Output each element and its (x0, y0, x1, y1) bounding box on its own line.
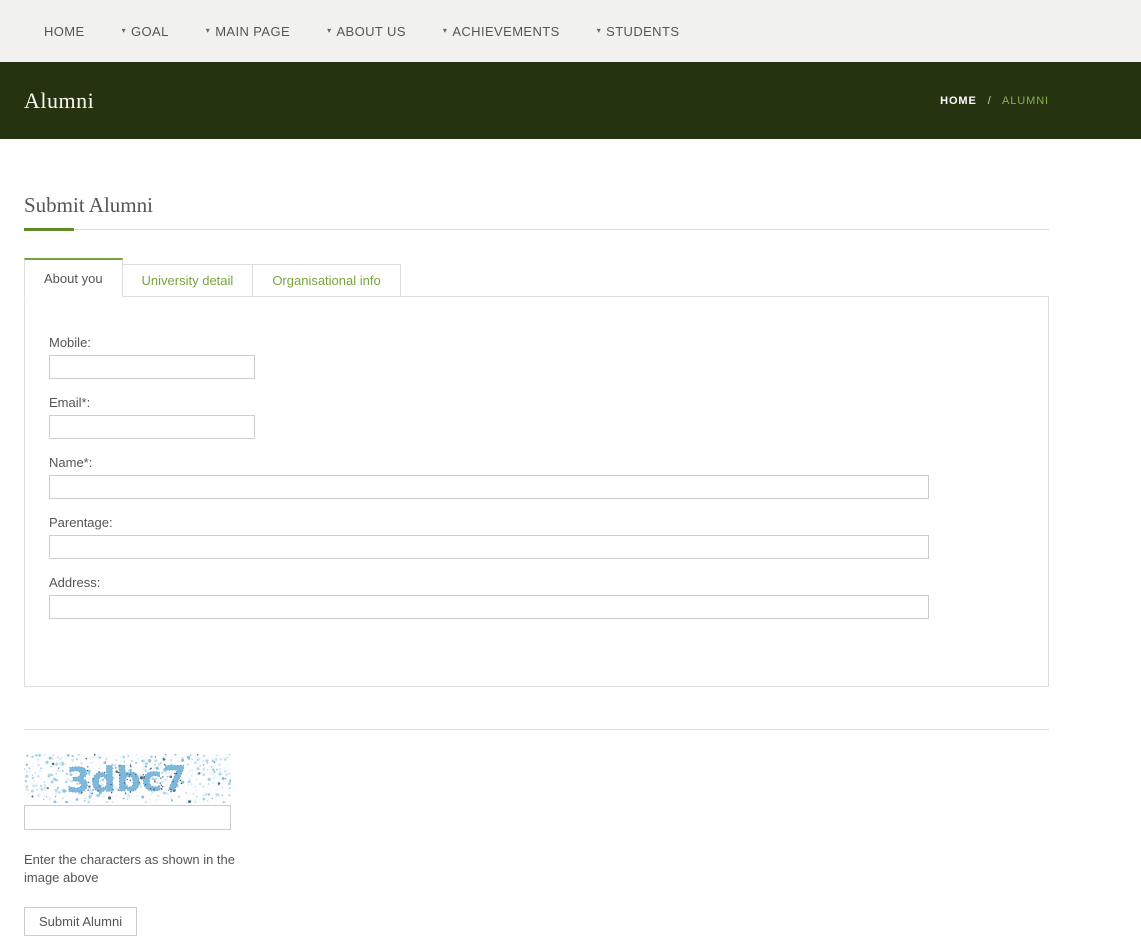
address-input[interactable] (49, 595, 929, 619)
breadcrumb: HOME / ALUMNI (940, 95, 1049, 107)
nav-item-about-us[interactable]: ▾ ABOUT US (327, 24, 406, 39)
field-group-mobile: Mobile: (49, 335, 1024, 379)
nav-item-label: HOME (44, 24, 85, 39)
title-underline-accent (24, 228, 74, 231)
tab-organisational-info[interactable]: Organisational info (252, 264, 400, 297)
dropdown-caret-icon: ▾ (206, 26, 210, 35)
dropdown-caret-icon: ▾ (327, 26, 331, 35)
nav-item-main-page[interactable]: ▾ MAIN PAGE (206, 24, 290, 39)
nav-item-goal[interactable]: ▾ GOAL (122, 24, 169, 39)
tab-about-you[interactable]: About you (24, 258, 123, 297)
mobile-input[interactable] (49, 355, 255, 379)
dropdown-caret-icon: ▾ (443, 26, 447, 35)
nav-item-label: MAIN PAGE (215, 24, 290, 39)
dropdown-caret-icon: ▾ (597, 26, 601, 35)
tab-row: About you University detail Organisation… (24, 258, 1049, 296)
tab-label: University detail (142, 273, 234, 288)
email-input[interactable] (49, 415, 255, 439)
captcha-image: 3dbc7 (24, 754, 231, 803)
page-banner: Alumni HOME / ALUMNI (0, 62, 1141, 139)
title-underline (24, 229, 1049, 230)
breadcrumb-home-link[interactable]: HOME (940, 95, 977, 107)
tab-university-detail[interactable]: University detail (122, 264, 254, 297)
nav-item-students[interactable]: ▾ STUDENTS (597, 24, 680, 39)
tab-panel: Mobile: Email*: Name*: Parentage: Addres… (24, 296, 1049, 687)
email-label: Email*: (49, 395, 1024, 410)
name-label: Name*: (49, 455, 1024, 470)
tab-label: Organisational info (272, 273, 380, 288)
breadcrumb-current: ALUMNI (1002, 95, 1049, 107)
field-group-email: Email*: (49, 395, 1024, 439)
nav-item-label: ABOUT US (336, 24, 405, 39)
tab-label: About you (44, 271, 103, 286)
page-title: Alumni (24, 88, 94, 114)
content-divider (24, 729, 1049, 730)
field-group-parentage: Parentage: (49, 515, 1024, 559)
captcha-instruction: Enter the characters as shown in the ima… (24, 851, 252, 887)
field-group-address: Address: (49, 575, 1024, 619)
parentage-label: Parentage: (49, 515, 1024, 530)
submit-alumni-button[interactable]: Submit Alumni (24, 907, 137, 936)
nav-item-label: STUDENTS (606, 24, 679, 39)
name-input[interactable] (49, 475, 929, 499)
nav-item-label: ACHIEVEMENTS (452, 24, 559, 39)
section-title: Submit Alumni (24, 193, 1049, 218)
nav-item-home[interactable]: HOME (44, 24, 85, 39)
breadcrumb-separator: / (988, 95, 992, 107)
mobile-label: Mobile: (49, 335, 1024, 350)
nav-item-label: GOAL (131, 24, 169, 39)
nav-bar: HOME ▾ GOAL ▾ MAIN PAGE ▾ ABOUT US ▾ ACH… (0, 0, 1141, 62)
field-group-name: Name*: (49, 455, 1024, 499)
captcha-input[interactable] (24, 805, 231, 830)
address-label: Address: (49, 575, 1024, 590)
parentage-input[interactable] (49, 535, 929, 559)
nav-item-achievements[interactable]: ▾ ACHIEVEMENTS (443, 24, 560, 39)
dropdown-caret-icon: ▾ (122, 26, 126, 35)
